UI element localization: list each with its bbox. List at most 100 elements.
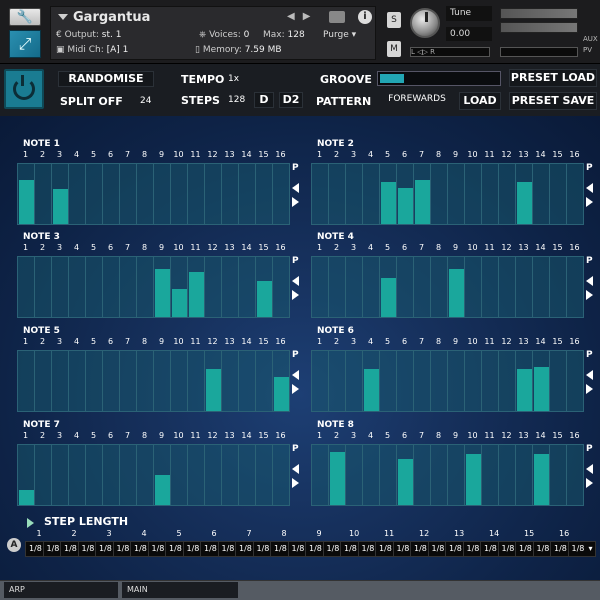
output-value[interactable]: st. 1 <box>102 30 122 40</box>
load-button[interactable]: LOAD <box>459 92 501 110</box>
d2-button[interactable]: D2 <box>279 92 303 108</box>
step-bar[interactable] <box>466 454 481 505</box>
step-grid[interactable] <box>311 350 584 412</box>
step-cell[interactable] <box>567 164 584 224</box>
step-cell[interactable] <box>329 351 346 411</box>
step-cell[interactable] <box>188 164 205 224</box>
step-cell[interactable] <box>256 445 273 505</box>
step-cell[interactable] <box>397 257 414 317</box>
step-cell[interactable] <box>18 445 35 505</box>
step-cell[interactable] <box>52 351 69 411</box>
solo-button[interactable]: S <box>387 12 401 28</box>
step-grid[interactable] <box>17 350 290 412</box>
mute-button[interactable]: M <box>387 41 401 57</box>
shift-left-icon[interactable] <box>292 370 299 380</box>
step-cell[interactable] <box>448 351 465 411</box>
step-cell[interactable] <box>205 445 222 505</box>
step-cell[interactable] <box>188 257 205 317</box>
step-cell[interactable] <box>482 445 499 505</box>
max-value[interactable]: 128 <box>288 30 305 40</box>
info-icon[interactable]: i <box>358 10 372 24</box>
step-cell[interactable] <box>363 257 380 317</box>
step-cell[interactable] <box>329 164 346 224</box>
step-cell[interactable] <box>448 164 465 224</box>
step-cell[interactable] <box>137 351 154 411</box>
step-bar[interactable] <box>155 475 170 505</box>
step-cell[interactable] <box>346 164 363 224</box>
step-cell[interactable] <box>273 164 290 224</box>
step-cell[interactable] <box>273 445 290 505</box>
step-grid[interactable] <box>17 163 290 225</box>
step-cell[interactable] <box>35 445 52 505</box>
aux-label[interactable]: AUX <box>583 35 598 43</box>
step-cell[interactable] <box>120 257 137 317</box>
step-cell[interactable] <box>171 257 188 317</box>
step-bar[interactable] <box>206 369 221 411</box>
step-bar[interactable] <box>364 369 379 411</box>
step-cell[interactable] <box>312 351 329 411</box>
step-cell[interactable] <box>312 164 329 224</box>
step-cell[interactable] <box>256 351 273 411</box>
step-length-select[interactable]: 1/8 <box>567 541 596 557</box>
step-cell[interactable] <box>239 351 256 411</box>
step-cell[interactable] <box>431 445 448 505</box>
step-cell[interactable] <box>86 257 103 317</box>
step-cell[interactable] <box>363 351 380 411</box>
step-bar[interactable] <box>449 269 464 317</box>
p-button[interactable]: P <box>586 444 596 454</box>
step-cell[interactable] <box>205 257 222 317</box>
tempo-value[interactable]: 1x <box>228 74 239 84</box>
step-grid[interactable] <box>311 163 584 225</box>
midi-value[interactable]: [A] 1 <box>107 45 129 55</box>
step-cell[interactable] <box>205 164 222 224</box>
shift-right-icon[interactable] <box>292 290 299 300</box>
pv-label[interactable]: PV <box>583 46 592 54</box>
p-button[interactable]: P <box>292 163 302 173</box>
step-cell[interactable] <box>312 257 329 317</box>
step-cell[interactable] <box>222 164 239 224</box>
step-cell[interactable] <box>431 164 448 224</box>
step-cell[interactable] <box>482 351 499 411</box>
step-cell[interactable] <box>103 164 120 224</box>
step-cell[interactable] <box>154 351 171 411</box>
step-cell[interactable] <box>550 445 567 505</box>
p-button[interactable]: P <box>292 256 302 266</box>
step-cell[interactable] <box>52 164 69 224</box>
step-cell[interactable] <box>103 445 120 505</box>
step-cell[interactable] <box>414 351 431 411</box>
step-cell[interactable] <box>499 445 516 505</box>
step-cell[interactable] <box>533 164 550 224</box>
step-cell[interactable] <box>171 164 188 224</box>
step-bar[interactable] <box>172 289 187 317</box>
step-cell[interactable] <box>69 257 86 317</box>
step-cell[interactable] <box>256 257 273 317</box>
tune-value[interactable]: 0.00 <box>446 27 492 41</box>
preset-load-button[interactable]: PRESET LOAD <box>509 69 597 87</box>
tune-knob[interactable] <box>410 8 440 38</box>
step-cell[interactable] <box>465 445 482 505</box>
step-cell[interactable] <box>363 445 380 505</box>
step-cell[interactable] <box>103 351 120 411</box>
shift-left-icon[interactable] <box>292 464 299 474</box>
volume-slider[interactable] <box>500 47 578 57</box>
shift-left-icon[interactable] <box>292 276 299 286</box>
step-cell[interactable] <box>18 164 35 224</box>
instrument-logo-icon[interactable]: ⤢ <box>9 30 41 58</box>
tab-arp[interactable]: ARP <box>4 582 118 598</box>
step-bar[interactable] <box>398 188 413 224</box>
step-cell[interactable] <box>380 164 397 224</box>
output-row[interactable]: € Output: st. 1 <box>56 30 121 40</box>
step-cell[interactable] <box>222 445 239 505</box>
step-cell[interactable] <box>35 164 52 224</box>
step-bar[interactable] <box>53 189 68 224</box>
step-bar[interactable] <box>274 377 289 411</box>
step-grid[interactable] <box>17 444 290 506</box>
step-cell[interactable] <box>154 164 171 224</box>
step-cell[interactable] <box>465 351 482 411</box>
step-bar[interactable] <box>517 369 532 411</box>
step-cell[interactable] <box>18 257 35 317</box>
step-cell[interactable] <box>380 351 397 411</box>
step-cell[interactable] <box>52 445 69 505</box>
purge-dropdown[interactable]: Purge ▾ <box>323 30 373 43</box>
step-cell[interactable] <box>516 257 533 317</box>
